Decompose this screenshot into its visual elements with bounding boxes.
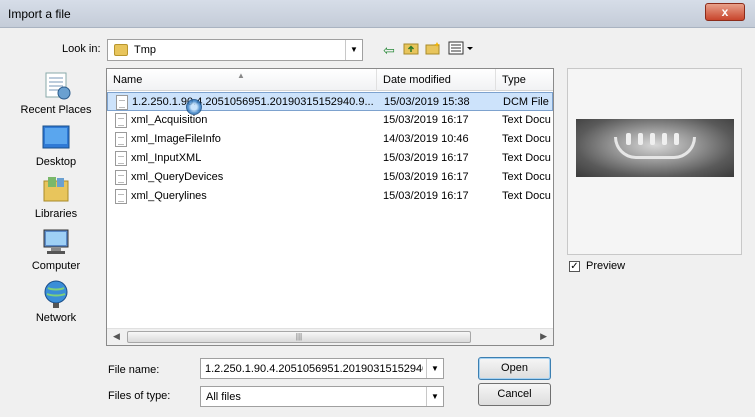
desktop-icon: [40, 123, 72, 153]
place-label: Computer: [31, 260, 81, 272]
table-row[interactable]: xml_ImageFileInfo 14/03/2019 10:46 Text …: [107, 130, 553, 149]
new-folder-icon[interactable]: [424, 41, 442, 59]
file-date-cell: 15/03/2019 16:17: [383, 190, 469, 202]
file-date-cell: 15/03/2019 16:17: [383, 114, 469, 126]
look-in-label: Look in:: [62, 43, 101, 55]
file-date-cell: 14/03/2019 10:46: [383, 133, 469, 145]
files-of-type-select[interactable]: All files ▼: [200, 386, 444, 407]
place-label: Network: [35, 312, 77, 324]
network-icon: [40, 279, 72, 309]
place-network[interactable]: Network: [10, 279, 102, 324]
file-type-cell: Text Docu: [502, 133, 551, 145]
preview-pane: [567, 68, 742, 255]
file-date-cell: 15/03/2019 15:38: [384, 96, 470, 108]
file-type-cell: Text Docu: [502, 114, 551, 126]
column-header-date[interactable]: Date modified: [377, 69, 496, 91]
preview-image: [576, 119, 734, 177]
file-name-combo[interactable]: 1.2.250.1.90.4.2051056951.20190315152940…: [200, 358, 444, 379]
chevron-down-icon[interactable]: ▼: [426, 387, 443, 406]
back-arrow-icon[interactable]: ⇦: [380, 41, 398, 59]
close-icon: x: [721, 5, 729, 19]
text-file-icon: [115, 113, 127, 128]
column-header-name[interactable]: Name ▲: [107, 69, 377, 91]
file-type-cell: Text Docu: [502, 190, 551, 202]
preview-checkbox-label: Preview: [586, 260, 626, 272]
recent-places-icon: [40, 71, 72, 101]
file-name-label: File name:: [108, 364, 160, 376]
text-file-icon: [115, 132, 127, 147]
sort-arrow-icon: ▲: [237, 71, 245, 80]
places-bar: Recent Places Desktop Libraries Computer…: [10, 65, 102, 340]
computer-icon: [40, 227, 72, 257]
title-bar: Import a file x: [0, 0, 755, 28]
column-header-type[interactable]: Type: [496, 69, 553, 91]
file-list[interactable]: Name ▲ Date modified Type 1.2.250.1.90.4…: [106, 68, 554, 346]
up-folder-icon[interactable]: [402, 41, 420, 59]
file-type-cell: Text Docu: [502, 152, 551, 164]
chevron-down-icon[interactable]: ▼: [345, 40, 362, 60]
libraries-icon: [40, 175, 72, 205]
horizontal-scrollbar[interactable]: ◀ ||| ▶: [107, 328, 553, 345]
file-date-cell: 15/03/2019 16:17: [383, 152, 469, 164]
file-name-cell: xml_Querylines: [131, 190, 207, 202]
file-name-cell: xml_Acquisition: [131, 114, 208, 126]
scrollbar-thumb[interactable]: |||: [127, 331, 471, 343]
view-menu-icon[interactable]: [447, 41, 475, 59]
file-name-cell: 1.2.250.1.90.4.2051056951.20190315152940…: [132, 96, 374, 108]
place-label: Recent Places: [20, 104, 92, 116]
files-of-type-value: All files: [206, 391, 241, 403]
file-list-header: Name ▲ Date modified Type: [107, 69, 553, 91]
scroll-left-icon[interactable]: ◀: [113, 331, 120, 342]
window-title: Import a file: [8, 7, 71, 21]
folder-icon: [114, 44, 128, 56]
cancel-button[interactable]: Cancel: [478, 383, 551, 406]
place-label: Desktop: [35, 156, 77, 168]
text-file-icon: [115, 189, 127, 204]
busy-cursor-icon: [186, 99, 202, 115]
table-row[interactable]: 1.2.250.1.90.4.2051056951.20190315152940…: [107, 92, 553, 111]
place-desktop[interactable]: Desktop: [10, 123, 102, 168]
text-file-icon: [115, 151, 127, 166]
preview-checkbox[interactable]: ✓: [569, 261, 580, 272]
place-recent-places[interactable]: Recent Places: [10, 71, 102, 116]
table-row[interactable]: xml_InputXML 15/03/2019 16:17 Text Docu: [107, 149, 553, 168]
chevron-down-icon[interactable]: ▼: [426, 359, 443, 378]
place-label: Libraries: [34, 208, 78, 220]
table-row[interactable]: xml_Querylines 15/03/2019 16:17 Text Doc…: [107, 187, 553, 206]
file-name-cell: xml_InputXML: [131, 152, 202, 164]
file-name-cell: xml_QueryDevices: [131, 171, 224, 183]
file-name-cell: xml_ImageFileInfo: [131, 133, 221, 145]
file-type-cell: Text Docu: [502, 171, 551, 183]
file-icon: [116, 95, 128, 110]
scroll-right-icon[interactable]: ▶: [540, 331, 547, 342]
look-in-combo[interactable]: Tmp ▼: [107, 39, 363, 61]
table-row[interactable]: xml_QueryDevices 15/03/2019 16:17 Text D…: [107, 168, 553, 187]
file-type-cell: DCM File: [503, 96, 549, 108]
look-in-value: Tmp: [134, 44, 156, 56]
text-file-icon: [115, 170, 127, 185]
place-computer[interactable]: Computer: [10, 227, 102, 272]
close-button[interactable]: x: [705, 3, 745, 21]
file-date-cell: 15/03/2019 16:17: [383, 171, 469, 183]
file-name-input[interactable]: 1.2.250.1.90.4.2051056951.20190315152940…: [205, 363, 423, 375]
files-of-type-label: Files of type:: [108, 390, 171, 402]
table-row[interactable]: xml_Acquisition 15/03/2019 16:17 Text Do…: [107, 111, 553, 130]
place-libraries[interactable]: Libraries: [10, 175, 102, 220]
open-button[interactable]: Open: [478, 357, 551, 380]
